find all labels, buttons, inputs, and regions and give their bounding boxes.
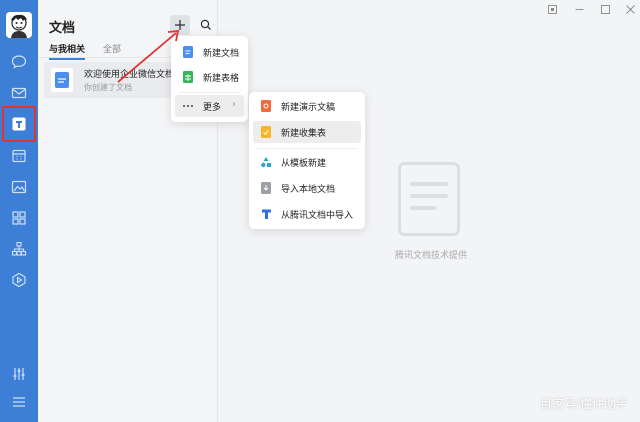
menu-item-new-sheet[interactable]: 新建表格 — [175, 66, 244, 88]
pin-window-icon[interactable] — [545, 3, 559, 15]
new-dropdown-menu: 新建文档 新建表格 更多 › — [171, 36, 248, 122]
minimize-icon[interactable] — [572, 3, 586, 15]
menu-icon[interactable] — [9, 392, 29, 412]
menu-item-label: 新建文档 — [203, 48, 240, 59]
settings-sliders-icon[interactable] — [9, 364, 29, 384]
menu-item-from-template[interactable]: 从模板新建 — [253, 151, 361, 173]
highlight-box — [2, 106, 36, 142]
menu-item-new-form[interactable]: 新建收集表 — [253, 121, 361, 143]
calendar-icon[interactable] — [9, 146, 29, 166]
avatar[interactable] — [6, 12, 32, 38]
mail-icon[interactable] — [9, 83, 29, 103]
menu-separator — [179, 92, 240, 93]
menu-item-label: 新建收集表 — [281, 128, 327, 139]
play-hexagon-icon[interactable] — [9, 270, 29, 290]
menu-separator — [257, 148, 357, 149]
form-icon — [260, 126, 272, 138]
message-icon[interactable] — [9, 52, 29, 72]
doc-icon — [182, 46, 194, 58]
org-chart-icon[interactable] — [9, 239, 29, 259]
menu-item-import-local[interactable]: 导入本地文档 — [253, 177, 361, 199]
menu-item-label: 导入本地文档 — [281, 184, 336, 195]
menu-item-new-doc[interactable]: 新建文档 — [175, 41, 244, 63]
menu-item-new-slides[interactable]: 新建演示文稿 — [253, 95, 361, 117]
panel-title: 文档 — [49, 21, 76, 36]
empty-doc-icon — [398, 162, 460, 236]
search-icon — [200, 19, 211, 30]
more-icon — [182, 100, 194, 112]
more-submenu: 新建演示文稿 新建收集表 从模板新建 导入本地文档 从腾讯文档中导入 — [249, 92, 365, 229]
new-button[interactable] — [170, 15, 190, 35]
close-icon[interactable] — [623, 3, 637, 15]
menu-item-more[interactable]: 更多 › — [175, 95, 244, 117]
tencent-docs-icon — [260, 208, 272, 220]
menu-item-label: 从模板新建 — [281, 158, 327, 169]
left-rail — [0, 0, 38, 422]
menu-item-label: 从腾讯文档中导入 — [281, 210, 354, 221]
apps-grid-icon[interactable] — [9, 208, 29, 228]
doc-thumbnail — [51, 68, 73, 92]
search-button[interactable] — [196, 15, 216, 35]
plus-icon — [175, 20, 185, 30]
image-icon[interactable] — [9, 177, 29, 197]
slides-icon — [260, 100, 272, 112]
sheet-icon — [182, 71, 194, 83]
watermark: 百家号/懂件助手 — [539, 397, 628, 411]
chevron-right-icon: › — [232, 99, 236, 110]
menu-item-label: 更多 — [203, 102, 222, 113]
doc-icon — [55, 72, 69, 88]
menu-item-label: 新建演示文稿 — [281, 102, 336, 113]
doc-title: 欢迎使用企业微信文档 — [84, 70, 175, 80]
template-icon — [260, 156, 272, 168]
import-icon — [260, 182, 272, 194]
empty-state-text: 腾讯文档技术提供 — [395, 251, 468, 261]
menu-item-label: 新建表格 — [203, 73, 240, 84]
maximize-icon[interactable] — [598, 3, 612, 15]
doc-subtitle: 你创建了文档 — [84, 83, 132, 92]
menu-item-import-tencent-docs[interactable]: 从腾讯文档中导入 — [253, 203, 361, 225]
